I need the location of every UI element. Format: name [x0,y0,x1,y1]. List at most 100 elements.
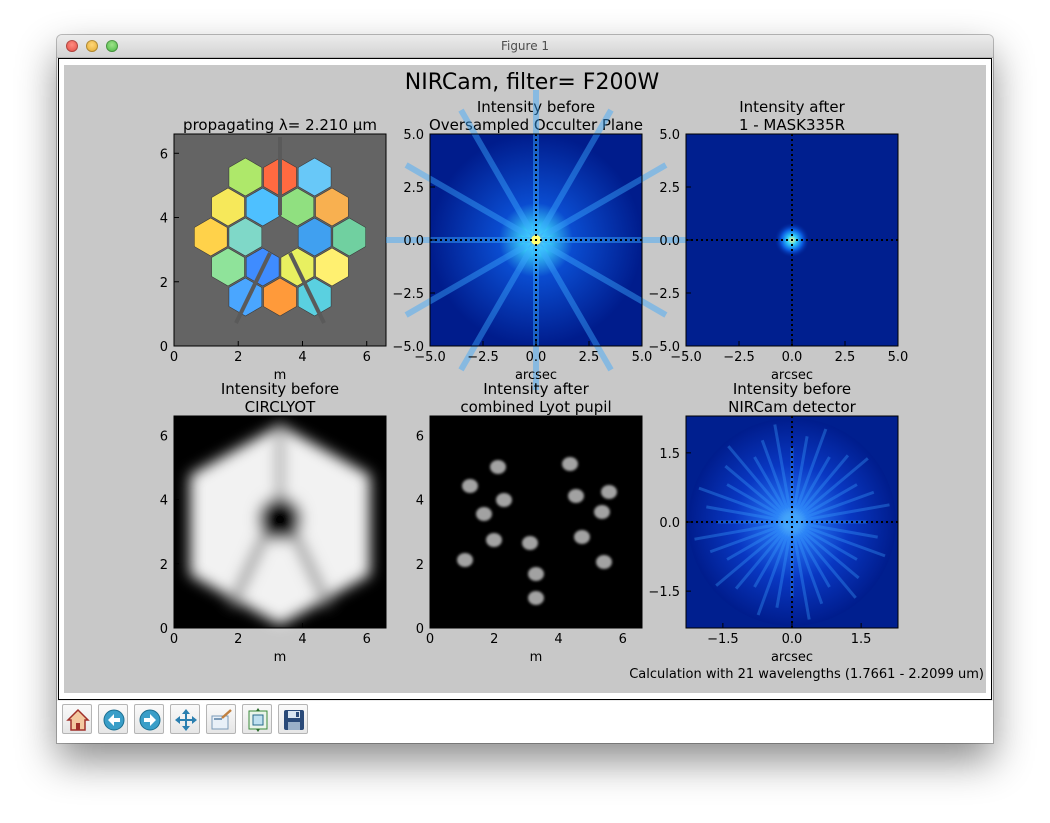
speckle-blob [522,536,538,550]
x-tick-label: 0 [170,350,178,365]
panel-5-title-line1: Intensity after [483,380,589,398]
speckle-blob [486,533,502,547]
x-tick-label: 2 [490,632,498,647]
home-button[interactable] [62,704,92,734]
panel-wavefront: propagating λ= 2.210 μm m [173,116,387,383]
zoom-button[interactable] [206,704,236,734]
figure-canvas[interactable]: NIRCam, filter= F200W Calculation with 2… [58,58,992,700]
speckle-blob [574,530,590,544]
figure-footer: Calculation with 21 wavelengths (1.7661 … [629,667,984,682]
speckle-blob [462,479,478,493]
save-button[interactable] [278,704,308,734]
x-tick-label: 0.0 [782,632,803,647]
arrow-left-icon [103,709,125,731]
speckle-blob [490,460,506,474]
y-tick-label: 2.5 [659,181,680,196]
x-tick-label: 0.0 [782,350,803,365]
y-tick-label: 2.5 [403,181,424,196]
panel-mask-after: Intensity after 1 - MASK335R arcsec [685,98,899,383]
y-tick-label: −5.0 [392,340,424,355]
floppy-icon [284,710,304,730]
panel-6-title-line1: Intensity before [733,380,851,398]
speckle-blob [528,591,544,605]
x-tick-label: 0.0 [526,350,547,365]
figure-window: Figure 1 NIRCam, filter= F200W Calculati… [57,35,993,743]
title-bar: Figure 1 [57,35,993,58]
forward-button[interactable] [134,704,164,734]
y-tick-label: 6 [160,429,168,444]
y-tick-label: −2.5 [648,287,680,302]
y-tick-label: 6 [160,147,168,162]
speckle-blob [596,555,612,569]
x-tick-label: −1.5 [707,632,739,647]
x-tick-label: 5.0 [888,350,909,365]
y-tick-label: 6 [416,429,424,444]
pan-button[interactable] [170,704,200,734]
speckle-blob [476,507,492,521]
x-tick-label: 2 [234,632,242,647]
panel-3-title-line2: 1 - MASK335R [739,116,845,134]
y-tick-label: −1.5 [648,585,680,600]
subplots-icon [248,708,268,732]
y-tick-label: 2 [416,558,424,573]
panel-5-title-line2: combined Lyot pupil [460,398,611,416]
arrow-right-icon [139,709,161,731]
subplots-button[interactable] [242,704,272,734]
x-tick-label: 6 [363,632,371,647]
y-tick-label: 4 [160,212,168,227]
navigation-toolbar [57,701,993,743]
x-tick-label: 0 [170,632,178,647]
y-tick-label: −5.0 [648,340,680,355]
x-tick-label: 0 [426,632,434,647]
panel-lyot-after: Intensity after combined Lyot pupil m [429,380,643,665]
y-tick-label: 2 [160,276,168,291]
x-tick-label: 6 [619,632,627,647]
zoom-rect-icon [211,709,232,730]
y-tick-label: 0.0 [659,234,680,249]
x-tick-label: 2.5 [835,350,856,365]
panel-6-title-line2: NIRCam detector [728,398,857,416]
speckle-blob [568,489,584,503]
y-tick-label: 0 [416,622,424,637]
figure-suptitle: NIRCam, filter= F200W [405,70,660,95]
x-tick-label: 1.5 [851,632,872,647]
figure-background: NIRCam, filter= F200W Calculation with 2… [64,65,986,693]
y-tick-label: 0.0 [403,234,424,249]
y-tick-label: 0 [160,340,168,355]
y-tick-label: 4 [416,494,424,509]
x-tick-label: 2 [234,350,242,365]
speckle-blob [496,493,512,507]
move-icon [175,709,197,731]
panel-6-xlabel: arcsec [771,650,813,665]
y-tick-label: −2.5 [392,287,424,302]
speckle-blob [562,457,578,471]
x-tick-label: 2.5 [579,350,600,365]
x-tick-label: 4 [298,632,306,647]
panel-5-xlabel: m [530,650,543,665]
panel-4-title-line2: CIRCLYOT [245,398,317,416]
panel-4-title-line1: Intensity before [221,380,339,398]
speckle-blob [594,505,610,519]
panel-3-title-line1: Intensity after [739,98,845,116]
speckle-blob [528,567,544,581]
speckle-blob [457,553,473,567]
x-tick-label: −2.5 [723,350,755,365]
y-tick-label: 5.0 [659,128,680,143]
y-tick-label: 4 [160,494,168,509]
back-button[interactable] [98,704,128,734]
x-tick-label: 6 [363,350,371,365]
speckle-blob [601,485,617,499]
x-tick-label: 4 [298,350,306,365]
panel-1-title-line1: propagating λ= 2.210 μm [183,116,377,134]
figure-plot-area: NIRCam, filter= F200W Calculation with 2… [160,70,984,682]
panel-4-xlabel: m [274,650,287,665]
x-tick-label: −2.5 [467,350,499,365]
y-tick-label: 0 [160,622,168,637]
y-tick-label: 5.0 [403,128,424,143]
panel-lyot-before: Intensity before CIRCLYOT m [173,380,387,665]
window-title: Figure 1 [500,39,550,53]
y-tick-label: 1.5 [659,447,680,462]
panel-detector: Intensity before NIRCam detector arcsec [685,380,899,665]
home-icon [66,708,90,731]
y-tick-label: 0.0 [659,516,680,531]
